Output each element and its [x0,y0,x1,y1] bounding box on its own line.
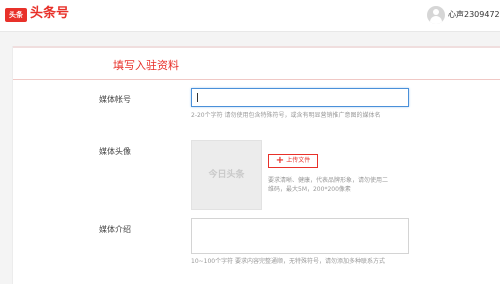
title-divider [13,79,500,80]
registration-form-card: 填写入驻资料 媒体帐号 2-20个字符 请勿使用包含特殊符号，或含有明显营销推广… [12,46,500,284]
media-avatar-label: 媒体头像 [99,147,131,156]
upload-file-button[interactable]: + 上传文件 [268,154,318,168]
media-account-label: 媒体帐号 [99,95,131,104]
media-intro-label: 媒体介绍 [99,225,131,234]
media-account-input[interactable] [191,88,409,107]
upload-button-label: 上传文件 [286,157,311,164]
avatar-placeholder-text: 今日头条 [208,170,245,180]
card-top-border [13,46,500,48]
media-avatar-hint: 要求清晰、健康，代表品牌形象，请勿使用二维码，最大5M，200*200像素 [268,177,389,193]
username[interactable]: 心声23094726 [448,9,500,21]
app-title[interactable]: 头条号 [30,5,69,23]
user-avatar-icon[interactable] [427,6,445,24]
top-bar: 头条 头条号 心声23094726 [0,0,500,32]
plus-icon: + [275,155,285,166]
toutiao-logo-icon[interactable]: 头条 [5,8,27,22]
media-intro-textarea[interactable] [191,218,409,254]
avatar-preview: 今日头条 [191,140,262,210]
page-title: 填写入驻资料 [113,59,179,72]
media-account-hint: 2-20个字符 请勿使用包含特殊符号，或含有明显营销推广意图的媒体名 [191,112,381,119]
media-intro-hint: 10~100个字符 要求内容完整通顺，无特殊符号，请勿添加多种联系方式 [191,258,386,265]
text-caret [197,93,198,102]
